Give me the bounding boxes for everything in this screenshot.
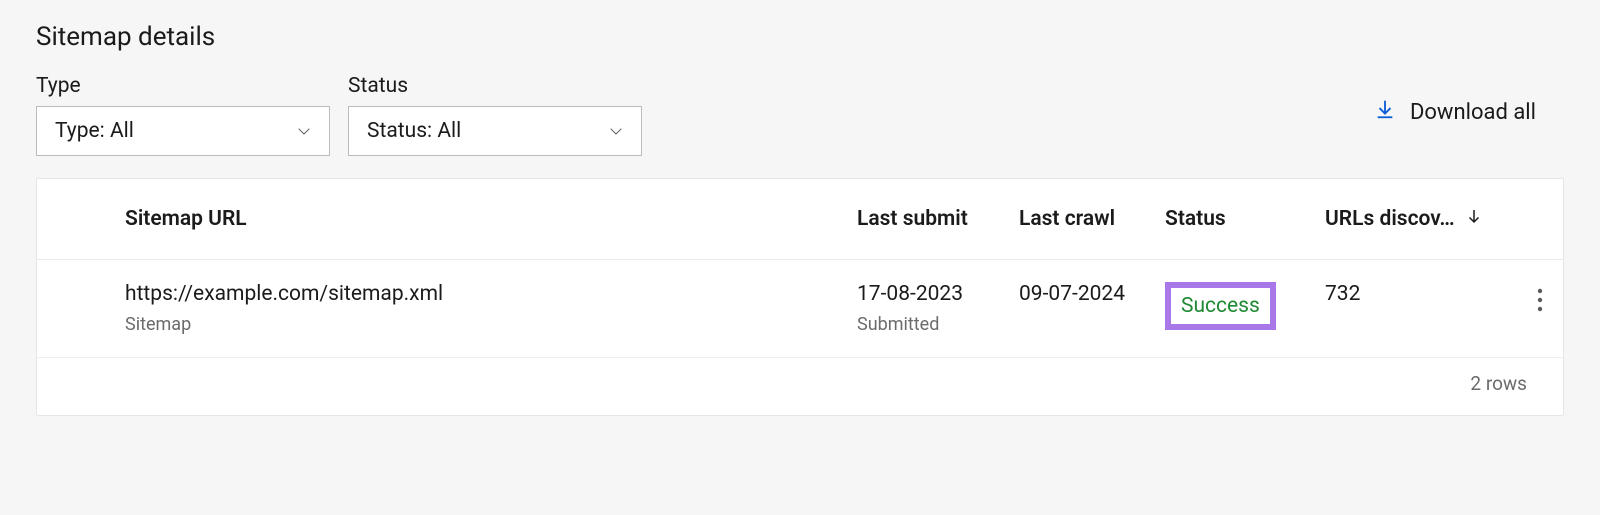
sitemap-url-text: https://example.com/sitemap.xml bbox=[125, 282, 857, 306]
last-submit-state: Submitted bbox=[857, 314, 1019, 335]
status-badge: Success bbox=[1165, 282, 1276, 330]
row-more-button[interactable] bbox=[1533, 282, 1547, 322]
filter-toolbar: Type Type: All Status Status: All Downlo… bbox=[36, 74, 1564, 156]
col-last-crawl[interactable]: Last crawl bbox=[1019, 207, 1165, 231]
chevron-down-icon bbox=[295, 122, 313, 140]
filter-status: Status Status: All bbox=[348, 74, 642, 156]
col-sitemap-url[interactable]: Sitemap URL bbox=[125, 207, 857, 231]
table-footer: 2 rows bbox=[37, 358, 1563, 415]
chevron-down-icon bbox=[607, 122, 625, 140]
cell-last-submit: 17-08-2023 Submitted bbox=[857, 282, 1019, 335]
filter-type: Type Type: All bbox=[36, 74, 330, 156]
type-select-value: Type: All bbox=[55, 119, 134, 143]
cell-urls-discovered: 732 bbox=[1325, 282, 1485, 306]
cell-last-crawl: 09-07-2024 bbox=[1019, 282, 1165, 306]
download-all-label: Download all bbox=[1410, 100, 1536, 125]
cell-url: https://example.com/sitemap.xml Sitemap bbox=[125, 282, 857, 335]
col-last-submit[interactable]: Last submit bbox=[857, 207, 1019, 231]
download-all-button[interactable]: Download all bbox=[1374, 98, 1536, 126]
kebab-icon bbox=[1537, 297, 1543, 316]
type-select[interactable]: Type: All bbox=[36, 106, 330, 156]
page-title: Sitemap details bbox=[36, 22, 1564, 52]
table-header: Sitemap URL Last submit Last crawl Statu… bbox=[37, 179, 1563, 260]
status-select-value: Status: All bbox=[367, 119, 461, 143]
sort-descending-icon bbox=[1465, 207, 1483, 231]
table-row[interactable]: https://example.com/sitemap.xml Sitemap … bbox=[37, 260, 1563, 358]
filter-status-label: Status bbox=[348, 74, 642, 98]
sitemap-type-text: Sitemap bbox=[125, 314, 857, 335]
col-status[interactable]: Status bbox=[1165, 207, 1325, 231]
sitemap-table: Sitemap URL Last submit Last crawl Statu… bbox=[36, 178, 1564, 416]
col-urls-discovered-label: URLs discov… bbox=[1325, 207, 1455, 231]
status-select[interactable]: Status: All bbox=[348, 106, 642, 156]
last-submit-date: 17-08-2023 bbox=[857, 282, 1019, 306]
filter-type-label: Type bbox=[36, 74, 330, 98]
download-icon bbox=[1374, 98, 1396, 126]
cell-status: Success bbox=[1165, 282, 1325, 330]
col-urls-discovered[interactable]: URLs discov… bbox=[1325, 207, 1485, 231]
